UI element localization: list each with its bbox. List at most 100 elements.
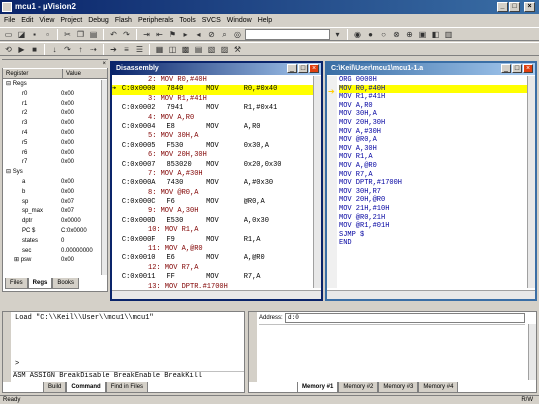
instruction-row[interactable]: ➔ C:0x0000 7840 MOV R0,#0x40: [112, 85, 313, 95]
copy-icon[interactable]: ❐: [75, 29, 86, 40]
menu-tools[interactable]: Tools: [179, 14, 195, 27]
open-file-icon[interactable]: ◪: [16, 29, 27, 40]
menu-view[interactable]: View: [39, 14, 54, 27]
disassembly-maximize-button[interactable]: □: [298, 64, 308, 73]
source-code-line[interactable]: SJMP $: [339, 231, 527, 240]
collapse-icon[interactable]: ⊟: [6, 81, 13, 87]
source-line[interactable]: 11: MOV A,@R0: [112, 245, 313, 254]
value-column-header[interactable]: Value: [63, 69, 81, 78]
register-row[interactable]: r6 0x00: [3, 149, 101, 159]
source-line[interactable]: 5: MOV 30H,A: [112, 132, 313, 141]
register-row[interactable]: b 0x00: [3, 188, 101, 198]
disable-breakpoint-icon[interactable]: ○: [378, 29, 389, 40]
toolbox-icon[interactable]: ⚒: [232, 44, 243, 55]
combo-dropdown-icon[interactable]: ▾: [332, 29, 343, 40]
next-bookmark-icon[interactable]: ▸: [180, 29, 191, 40]
binoculars-icon[interactable]: ◎: [232, 29, 243, 40]
options-icon[interactable]: ▣: [417, 29, 428, 40]
workspace-tab-books[interactable]: Books: [52, 278, 80, 289]
output-tab-find-in-files[interactable]: Find in Files: [105, 382, 149, 393]
source-vertical-scrollbar[interactable]: [527, 76, 535, 288]
source-line[interactable]: 13: MOV DPTR,#1700H: [112, 283, 313, 288]
source-line[interactable]: 4: MOV A,R0: [112, 114, 313, 123]
source-code-line[interactable]: END: [339, 239, 527, 248]
disassembly-minimize-button[interactable]: _: [287, 64, 297, 73]
find-icon[interactable]: ⌕: [219, 29, 230, 40]
menu-edit[interactable]: Edit: [21, 14, 33, 27]
source-line[interactable]: 7: MOV A,#30H: [112, 170, 313, 179]
source-code-line[interactable]: MOV R1,A: [339, 153, 527, 162]
register-row[interactable]: r4 0x00: [3, 129, 101, 139]
kill-breakpoints-icon[interactable]: ⊗: [391, 29, 402, 40]
register-row[interactable]: ⊟ Regs: [3, 80, 101, 90]
disassembly-close-button[interactable]: ×: [309, 64, 319, 73]
save-all-icon[interactable]: ▫: [42, 29, 53, 40]
disassembly-vertical-scrollbar[interactable]: [313, 76, 321, 288]
register-row[interactable]: sp 0x07: [3, 198, 101, 208]
source-code-line[interactable]: MOV 20H,@R0: [339, 196, 527, 205]
source-code-line[interactable]: MOV R7,A: [339, 171, 527, 180]
redo-icon[interactable]: ↷: [121, 29, 132, 40]
instruction-row[interactable]: C:0x000F F9 MOV R1,A: [112, 236, 313, 245]
register-row[interactable]: r5 0x00: [3, 139, 101, 149]
undo-icon[interactable]: ↶: [108, 29, 119, 40]
source-line[interactable]: 6: MOV 20H,30H: [112, 151, 313, 160]
show-next-statement-icon[interactable]: ➔: [108, 44, 119, 55]
workspace-tab-files[interactable]: Files: [5, 278, 28, 289]
save-icon[interactable]: ▪: [29, 29, 40, 40]
source-line[interactable]: 8: MOV @R0,A: [112, 189, 313, 198]
register-row[interactable]: a 0x00: [3, 178, 101, 188]
register-row[interactable]: dptr 0x0000: [3, 217, 101, 227]
command-prompt[interactable]: >: [15, 360, 19, 368]
register-column-header[interactable]: Register: [3, 69, 63, 78]
source-line[interactable]: 2: MOV R0,#40H: [112, 76, 313, 85]
source-line[interactable]: 10: MOV R1,A: [112, 226, 313, 235]
register-row[interactable]: sp_max 0x07: [3, 207, 101, 217]
memory-tab-4[interactable]: Memory #4: [418, 382, 459, 393]
run-to-cursor-icon[interactable]: ⇢: [88, 44, 99, 55]
collapse-icon[interactable]: ⊟: [6, 169, 13, 175]
instruction-row[interactable]: C:0x0005 F530 MOV 0x30,A: [112, 142, 313, 151]
menu-debug[interactable]: Debug: [88, 14, 109, 27]
instruction-row[interactable]: C:0x000C F6 MOV @R0,A: [112, 198, 313, 207]
maximize-button[interactable]: □: [509, 2, 520, 12]
memory-tab-3[interactable]: Memory #3: [378, 382, 419, 393]
memory-tab-2[interactable]: Memory #2: [338, 382, 379, 393]
register-row[interactable]: r3 0x00: [3, 119, 101, 129]
source-code-line[interactable]: MOV DPTR,#1700H: [339, 179, 527, 188]
instruction-row[interactable]: C:0x000A 7430 MOV A,#0x30: [112, 179, 313, 188]
step-over-icon[interactable]: ↷: [62, 44, 73, 55]
zoom-icon[interactable]: ⊕: [404, 29, 415, 40]
menu-window[interactable]: Window: [227, 14, 252, 27]
code-coverage-icon[interactable]: ▩: [180, 44, 191, 55]
source-code-line[interactable]: MOV @R1,#01H: [339, 222, 527, 231]
instruction-row[interactable]: C:0x0010 E6 MOV A,@R0: [112, 254, 313, 263]
workspace-close-icon[interactable]: ×: [102, 60, 106, 68]
stop-icon[interactable]: ■: [29, 44, 40, 55]
register-row[interactable]: r1 0x00: [3, 100, 101, 110]
address-input[interactable]: d:0: [285, 313, 525, 323]
source-code-line[interactable]: MOV R0,#40H: [339, 84, 527, 94]
source-code-line[interactable]: MOV 30H,A: [339, 110, 527, 119]
memory-tab-1[interactable]: Memory #1: [297, 382, 339, 393]
register-row[interactable]: r2 0x00: [3, 109, 101, 119]
reset-icon[interactable]: ⟲: [3, 44, 14, 55]
minimize-button[interactable]: _: [497, 2, 508, 12]
source-horizontal-scrollbar[interactable]: [327, 290, 535, 299]
register-row[interactable]: r0 0x00: [3, 90, 101, 100]
menu-file[interactable]: File: [4, 14, 15, 27]
breakpoint-icon[interactable]: ●: [365, 29, 376, 40]
tools-icon[interactable]: ◧: [430, 29, 441, 40]
source-code-line[interactable]: MOV 20H,30H: [339, 119, 527, 128]
source-code-line[interactable]: ORG 0000H: [339, 76, 527, 85]
register-row[interactable]: ⊞ psw 0x00: [3, 256, 101, 266]
menu-svcs[interactable]: SVCS: [202, 14, 221, 27]
prev-bookmark-icon[interactable]: ◂: [193, 29, 204, 40]
step-out-icon[interactable]: ↑: [75, 44, 86, 55]
indent-icon[interactable]: ⇥: [141, 29, 152, 40]
instruction-row[interactable]: C:0x0011 FF MOV R7,A: [112, 273, 313, 282]
close-button[interactable]: ×: [524, 2, 535, 12]
source-code-line[interactable]: MOV R1,#41H: [339, 93, 527, 102]
memory-contents[interactable]: [259, 324, 525, 380]
register-row[interactable]: PC $ C:0x0000: [3, 227, 101, 237]
